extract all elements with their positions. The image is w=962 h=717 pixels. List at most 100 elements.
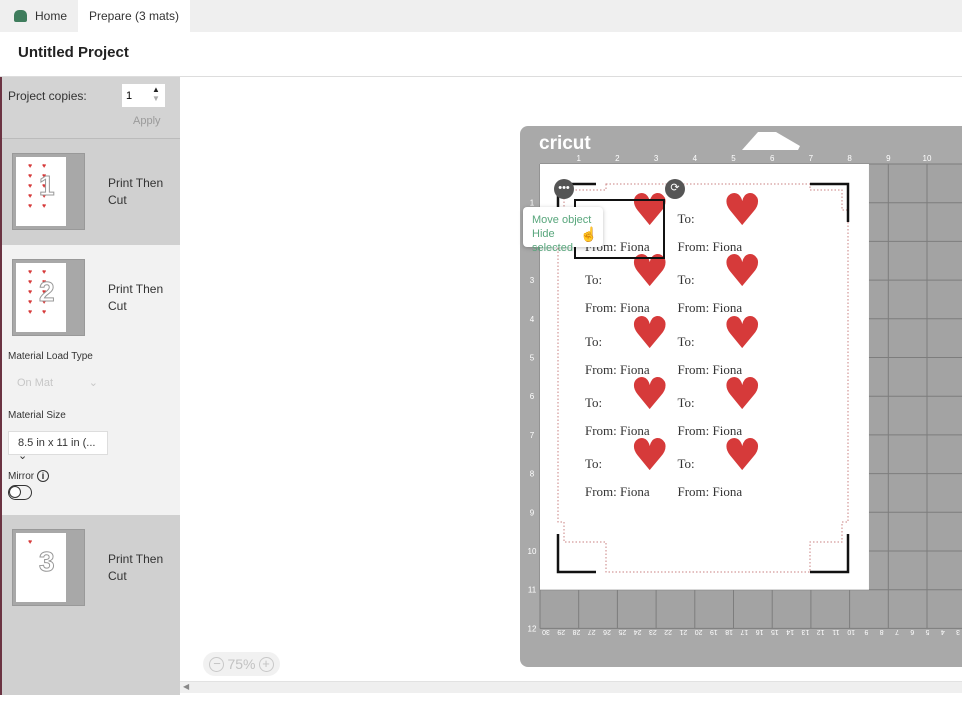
zoom-level: 75% [227, 656, 256, 672]
cricut-logo: cricut [539, 133, 591, 154]
bottom-ruler-label: 20 [695, 628, 703, 635]
heart-icon: ♥ [28, 193, 33, 200]
heart-icon: ♥ [722, 246, 762, 298]
mat-label: Print Then Cut [108, 552, 164, 583]
heart-icon: ♥ [42, 309, 47, 316]
mat-item-2[interactable]: ♥ ♥ ♥ ♥ ♥ ♥ ♥ ♥ ♥ ♥ 2 Print Then Cut [2, 245, 180, 345]
menu-item-move-object[interactable]: Move object [532, 213, 594, 227]
zoom-out-button[interactable]: − [209, 656, 225, 672]
stepper-up-icon[interactable]: ▲ [152, 85, 160, 94]
bottom-ruler-label: 21 [679, 628, 687, 635]
left-ruler-label: 10 [528, 547, 537, 556]
bottom-ruler-label: 16 [756, 628, 764, 635]
project-copies-label: Project copies: [8, 89, 87, 103]
left-ruler-label: 11 [528, 586, 537, 595]
bottom-ruler-label: 26 [603, 628, 611, 635]
mat-number: 3 [39, 546, 56, 578]
bottom-ruler-label: 4 [941, 628, 945, 635]
heart-icon: ♥ [28, 203, 33, 210]
heart-icon: ♥ [28, 183, 33, 190]
heart-icon: ♥ [28, 163, 33, 170]
mat-thumbnail: ♥ ♥ ♥ ♥ ♥ ♥ ♥ ♥ ♥ ♥ 2 [12, 259, 85, 336]
material-load-type-label: Material Load Type [8, 351, 93, 362]
hand-cursor-icon: ☝ [580, 226, 598, 242]
apply-button[interactable]: Apply [133, 115, 161, 127]
heart-icon: ♥ [722, 307, 762, 359]
bottom-ruler-label: 12 [817, 628, 825, 635]
heart-icon: ♥ [28, 173, 33, 180]
scroll-left-icon[interactable]: ◀ [183, 682, 189, 691]
bottom-ruler-label: 24 [634, 628, 642, 635]
bottom-ruler-label: 22 [664, 628, 672, 635]
material-size-select[interactable]: 8.5 in x 11 in (... ⌄ [8, 431, 108, 462]
tag-to: To: [677, 272, 695, 288]
bottom-ruler-label: 23 [649, 628, 657, 635]
material-size-value: 8.5 in x 11 in (... [18, 437, 96, 449]
bottom-ruler-label: 9 [864, 628, 868, 635]
material-load-type-select: On Mat ⌄ [8, 373, 108, 395]
heart-icon: ♥ [42, 163, 47, 170]
bottom-ruler-label: 30 [542, 628, 550, 635]
bottom-ruler-label: 11 [832, 628, 839, 635]
mat-label: Print Then Cut [108, 282, 164, 313]
left-ruler-label: 9 [530, 508, 535, 517]
zoom-control: − 75% + [203, 652, 280, 676]
tag-to: To: [585, 394, 603, 410]
bottom-ruler-label: 18 [725, 628, 733, 635]
mat-thumbnail: ♥ 3 [12, 529, 85, 606]
chevron-down-icon: ⌄ [18, 450, 28, 462]
zoom-in-button[interactable]: + [258, 656, 274, 672]
top-ruler-label: 8 [847, 154, 852, 163]
tag-to: To: [677, 456, 695, 472]
more-options-icon[interactable]: ••• [554, 179, 574, 199]
bottom-ruler-label: 19 [710, 628, 718, 635]
material-size-label: Material Size [8, 410, 66, 421]
rotate-icon[interactable]: ⟳ [665, 179, 685, 199]
bottom-ruler-label: 10 [847, 628, 855, 635]
copies-stepper[interactable]: ▲ ▼ [152, 85, 160, 103]
info-icon[interactable]: i [37, 470, 49, 482]
top-ruler-label: 7 [809, 154, 814, 163]
left-ruler-label: 3 [530, 276, 535, 285]
horizontal-scrollbar[interactable]: ◀ [180, 681, 962, 693]
heart-icon: ♥ [28, 269, 33, 276]
tab-home-label: Home [35, 9, 68, 23]
tag-from: From: Fiona [585, 484, 650, 500]
heart-icon: ♥ [28, 539, 33, 546]
left-ruler-label: 6 [530, 392, 535, 401]
bottom-ruler-label: 7 [895, 628, 899, 635]
heart-icon: ♥ [630, 430, 670, 482]
mat-label: Print Then Cut [108, 176, 164, 207]
tab-bar: Home Prepare (3 mats) [0, 0, 962, 32]
heart-icon: ♥ [722, 185, 762, 236]
mirror-label: Mirror [8, 471, 35, 482]
home-icon [14, 10, 27, 22]
tag-to: To: [677, 333, 695, 349]
stepper-down-icon[interactable]: ▼ [152, 94, 160, 103]
bottom-ruler-label: 25 [618, 628, 626, 635]
page-title: Untitled Project [18, 44, 129, 61]
bottom-ruler-label: 13 [801, 628, 809, 635]
bottom-ruler-label: 17 [740, 628, 748, 635]
title-bar [0, 32, 962, 77]
tab-prepare[interactable]: Prepare (3 mats) [78, 0, 190, 32]
top-ruler-label: 6 [770, 154, 775, 163]
heart-icon: ♥ [28, 289, 33, 296]
top-ruler-label: 1 [576, 154, 581, 163]
heart-icon: ♥ [722, 368, 762, 420]
bottom-ruler-label: 15 [771, 628, 779, 635]
mirror-toggle[interactable] [8, 485, 32, 500]
top-ruler-label: 2 [615, 154, 620, 163]
tab-home[interactable]: Home [4, 0, 74, 32]
mat-item-3[interactable]: ♥ 3 Print Then Cut [2, 515, 180, 695]
bottom-ruler-label: 5 [925, 628, 929, 635]
tag-to: To: [677, 394, 695, 410]
left-ruler-label: 7 [530, 431, 535, 440]
load-type-value: On Mat [17, 377, 54, 389]
heart-icon: ♥ [42, 269, 47, 276]
mat-item-1[interactable]: ♥ ♥ ♥ ♥ ♥ ♥ ♥ ♥ ♥ ♥ 1 Print Then Cut [2, 139, 180, 245]
bottom-ruler-label: 14 [786, 628, 794, 635]
bottom-ruler-label: 28 [573, 628, 581, 635]
mat-thumbnail: ♥ ♥ ♥ ♥ ♥ ♥ ♥ ♥ ♥ ♥ 1 [12, 153, 85, 230]
chevron-down-icon: ⌄ [88, 377, 98, 389]
